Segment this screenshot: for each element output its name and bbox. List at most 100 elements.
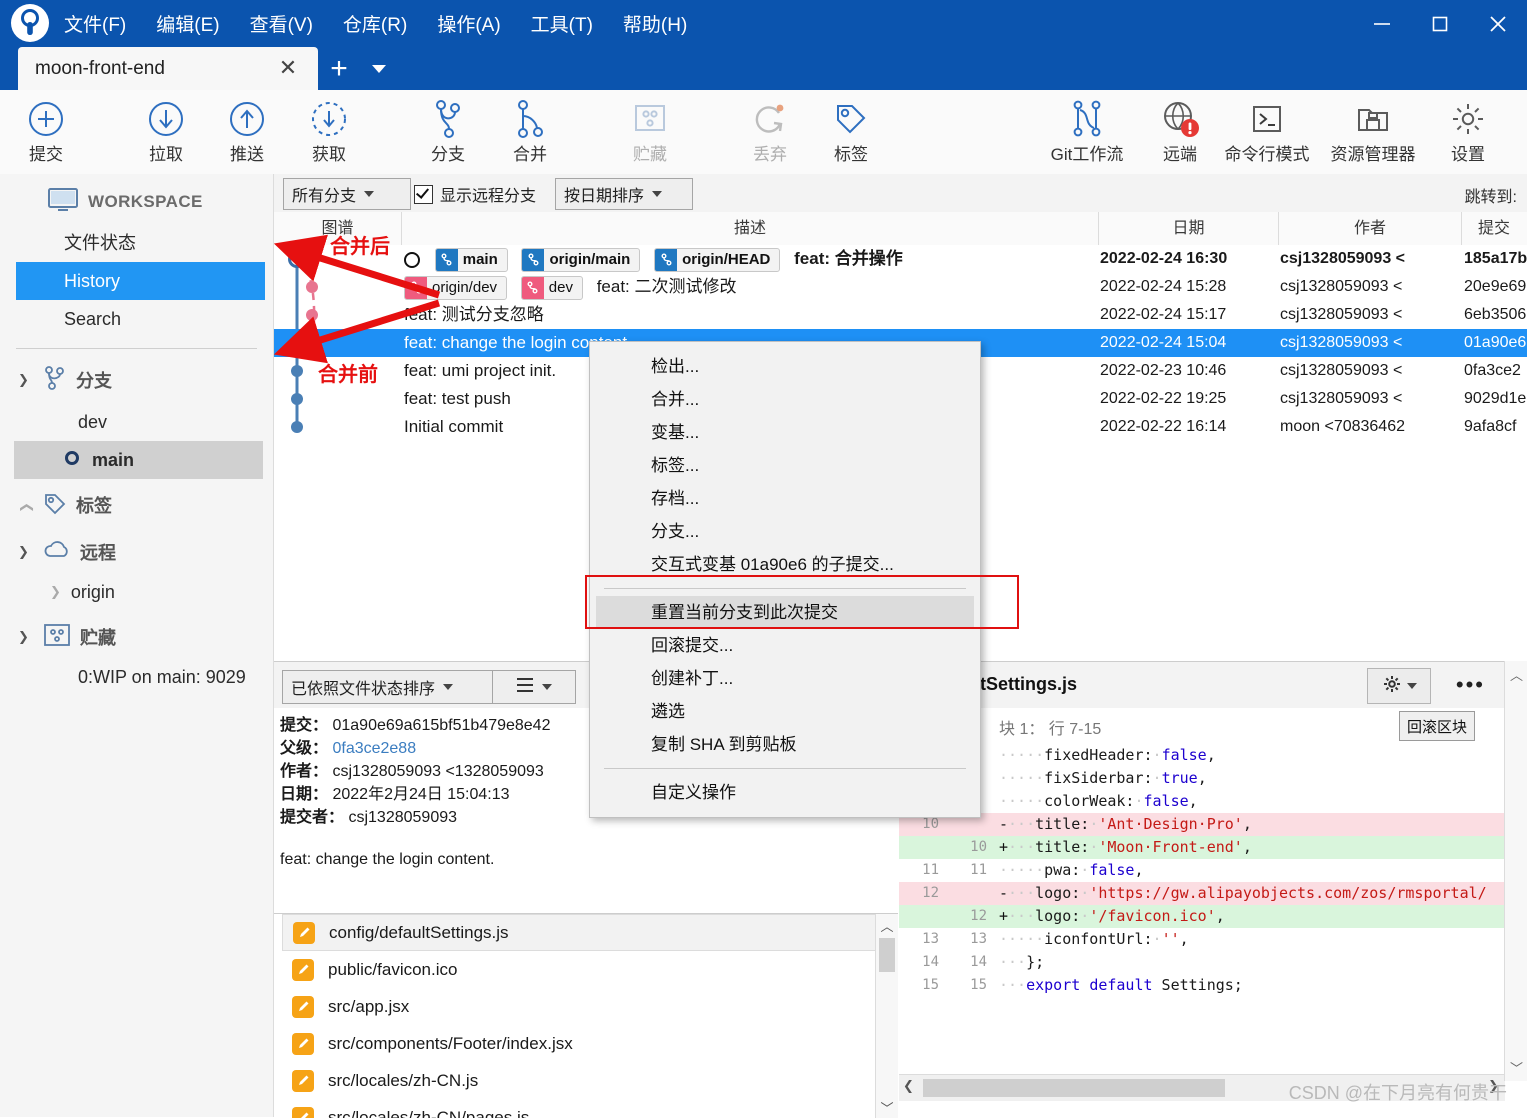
scrollbar-thumb[interactable] [879,938,895,972]
branch-icon [436,249,458,271]
sort-order-select[interactable]: 按日期排序 [555,178,693,210]
toolbar-merge-button[interactable]: 合并 [486,96,574,172]
branch-filter-select[interactable]: 所有分支 [283,178,411,210]
menu-repository[interactable]: 仓库(R) [339,8,411,39]
sidebar-item-history[interactable]: History [16,262,265,300]
file-sort-select[interactable]: 已依照文件状态排序 [282,670,496,704]
column-date[interactable]: 日期 [1099,212,1279,245]
menu-item-branch[interactable]: 分支... [590,515,980,548]
repo-tab[interactable]: moon-front-end ✕ [18,47,318,90]
toolbar-push-button[interactable]: 推送 [203,96,291,172]
menu-edit[interactable]: 编辑(E) [152,8,223,39]
menu-item-rebase[interactable]: 变基... [590,416,980,449]
toolbar-gitflow-button[interactable]: Git工作流 [1040,96,1134,172]
sidebar-section-branches[interactable]: ❯ 分支 [0,353,273,403]
diff-content[interactable]: ·····fixedHeader:·false, ·····fixSiderba… [899,744,1527,1074]
scroll-down-icon[interactable]: ﹀ [876,1096,898,1118]
toolbar-settings-button[interactable]: 设置 [1424,96,1512,172]
menu-item-create-patch[interactable]: 创建补丁... [590,662,980,695]
sidebar-item-file-status[interactable]: 文件状态 [0,224,273,262]
new-tab-button[interactable]: + [326,54,352,84]
chevron-down-icon[interactable] [372,65,386,73]
view-mode-select[interactable] [492,670,576,704]
toolbar-terminal-button[interactable]: 命令行模式 [1212,96,1322,172]
scrollbar-thumb[interactable] [923,1079,1225,1097]
close-button[interactable] [1469,0,1527,47]
list-item[interactable]: src/locales/zh-CN/pages.js [274,1099,898,1118]
menu-item-cherry-pick[interactable]: 遴选 [590,695,980,728]
chevron-down-icon[interactable]: ❯ [18,629,34,645]
column-commit[interactable]: 提交 [1462,212,1526,245]
diff-vertical-scrollbar[interactable]: ︿ ﹀ [1504,661,1527,1081]
toolbar-explorer-button[interactable]: 资源管理器 [1318,96,1428,172]
table-row[interactable]: origin/dev dev feat: 二次测试修改 2022-02-24 1… [274,273,1527,301]
sidebar-section-stash[interactable]: ❯ 贮藏 [0,611,273,659]
list-item[interactable]: src/components/Footer/index.jsx [274,1025,898,1062]
menu-view[interactable]: 查看(V) [246,8,317,39]
diff-code: +···logo:·'/favicon.ico', [999,905,1225,928]
detail-value-parent[interactable]: 0fa3ce2e88 [332,740,416,757]
column-author[interactable]: 作者 [1279,212,1462,245]
chevron-down-icon[interactable]: ❯ [18,544,34,560]
menu-item-tag[interactable]: 标签... [590,449,980,482]
maximize-button[interactable] [1411,0,1469,47]
menu-help[interactable]: 帮助(H) [619,8,691,39]
sidebar-remote-origin[interactable]: ❯ origin [0,573,273,611]
toolbar-remote-button[interactable]: 远端 [1136,96,1224,172]
sidebar-branch-dev[interactable]: dev [0,403,273,441]
show-remote-branches-checkbox[interactable]: 显示远程分支 [414,182,536,206]
table-row[interactable]: feat: 测试分支忽略 2022-02-24 15:17 csj1328059… [274,301,1527,329]
toolbar-pull-button[interactable]: 拉取 [122,96,210,172]
sidebar-stash-entry[interactable]: 0:WIP on main: 9029 [0,659,273,695]
menu-item-checkout[interactable]: 检出... [590,350,980,383]
menu-item-merge[interactable]: 合并... [590,383,980,416]
menu-tools[interactable]: 工具(T) [527,8,597,39]
sidebar-section-tags[interactable]: ❯ 标签 [0,479,273,527]
rollback-hunk-button[interactable]: 回滚区块 [1399,711,1475,741]
menu-item-custom-actions[interactable]: 自定义操作 [590,776,980,809]
gear-icon [1448,96,1488,142]
menu-item-revert-commit[interactable]: 回滚提交... [590,629,980,662]
list-item[interactable]: src/locales/zh-CN.js [274,1062,898,1099]
sidebar-item-search[interactable]: Search [0,300,273,338]
toolbar-branch-button[interactable]: 分支 [404,96,492,172]
ref-chip-dev[interactable]: dev [521,276,583,300]
toolbar-fetch-button[interactable]: 获取 [285,96,373,172]
detail-label-parent: 父级： [280,740,328,757]
scroll-up-icon[interactable]: ︿ [1510,665,1523,684]
list-item[interactable]: public/favicon.ico [274,951,898,988]
menu-item-archive[interactable]: 存档... [590,482,980,515]
file-list-scrollbar[interactable]: ︿ ﹀ [875,914,898,1118]
chevron-right-icon[interactable]: ❯ [18,497,34,513]
list-item[interactable]: config/defaultSettings.js [282,914,884,951]
chevron-right-icon[interactable]: ❯ [50,573,61,611]
branch-icon [43,365,67,395]
list-item[interactable]: src/app.jsx [274,988,898,1025]
scroll-down-icon[interactable]: ﹀ [1510,1058,1523,1077]
menu-actions[interactable]: 操作(A) [433,8,504,39]
close-icon[interactable]: ✕ [276,56,300,80]
column-description[interactable]: 描述 [402,212,1099,245]
table-row[interactable]: main origin/main origin/HEAD feat: 合并操作 … [274,245,1527,273]
ref-chip-origin-dev[interactable]: origin/dev [404,276,507,300]
sidebar-section-remotes[interactable]: ❯ 远程 [0,527,273,573]
toolbar-tag-button[interactable]: 标签 [807,96,895,172]
scroll-up-icon[interactable]: ︿ [876,914,898,936]
branch-icon [655,249,677,271]
menu-file[interactable]: 文件(F) [60,8,130,39]
toolbar-commit-button[interactable]: 提交 [2,96,90,172]
sidebar-branch-main[interactable]: main [14,441,263,479]
menu-item-copy-sha[interactable]: 复制 SHA 到剪贴板 [590,728,980,761]
toolbar-stash-button[interactable]: 贮藏 [606,96,694,172]
menu-bar[interactable]: 文件(F) 编辑(E) 查看(V) 仓库(R) 操作(A) 工具(T) 帮助(H… [60,8,691,39]
diff-code: ·····fixedHeader:·false, [999,744,1216,767]
ref-chip-origin-main[interactable]: origin/main [521,248,640,272]
toolbar-discard-button[interactable]: 丢弃 [726,96,814,172]
scroll-left-icon[interactable]: ❮ [903,1078,914,1094]
diff-settings-button[interactable] [1367,668,1431,704]
ref-chip-main[interactable]: main [435,248,508,272]
minimize-button[interactable] [1353,0,1411,47]
chevron-down-icon[interactable]: ❯ [18,372,34,388]
ref-chip-origin-head[interactable]: origin/HEAD [654,248,780,272]
ellipsis-icon[interactable]: ••• [1456,674,1485,696]
